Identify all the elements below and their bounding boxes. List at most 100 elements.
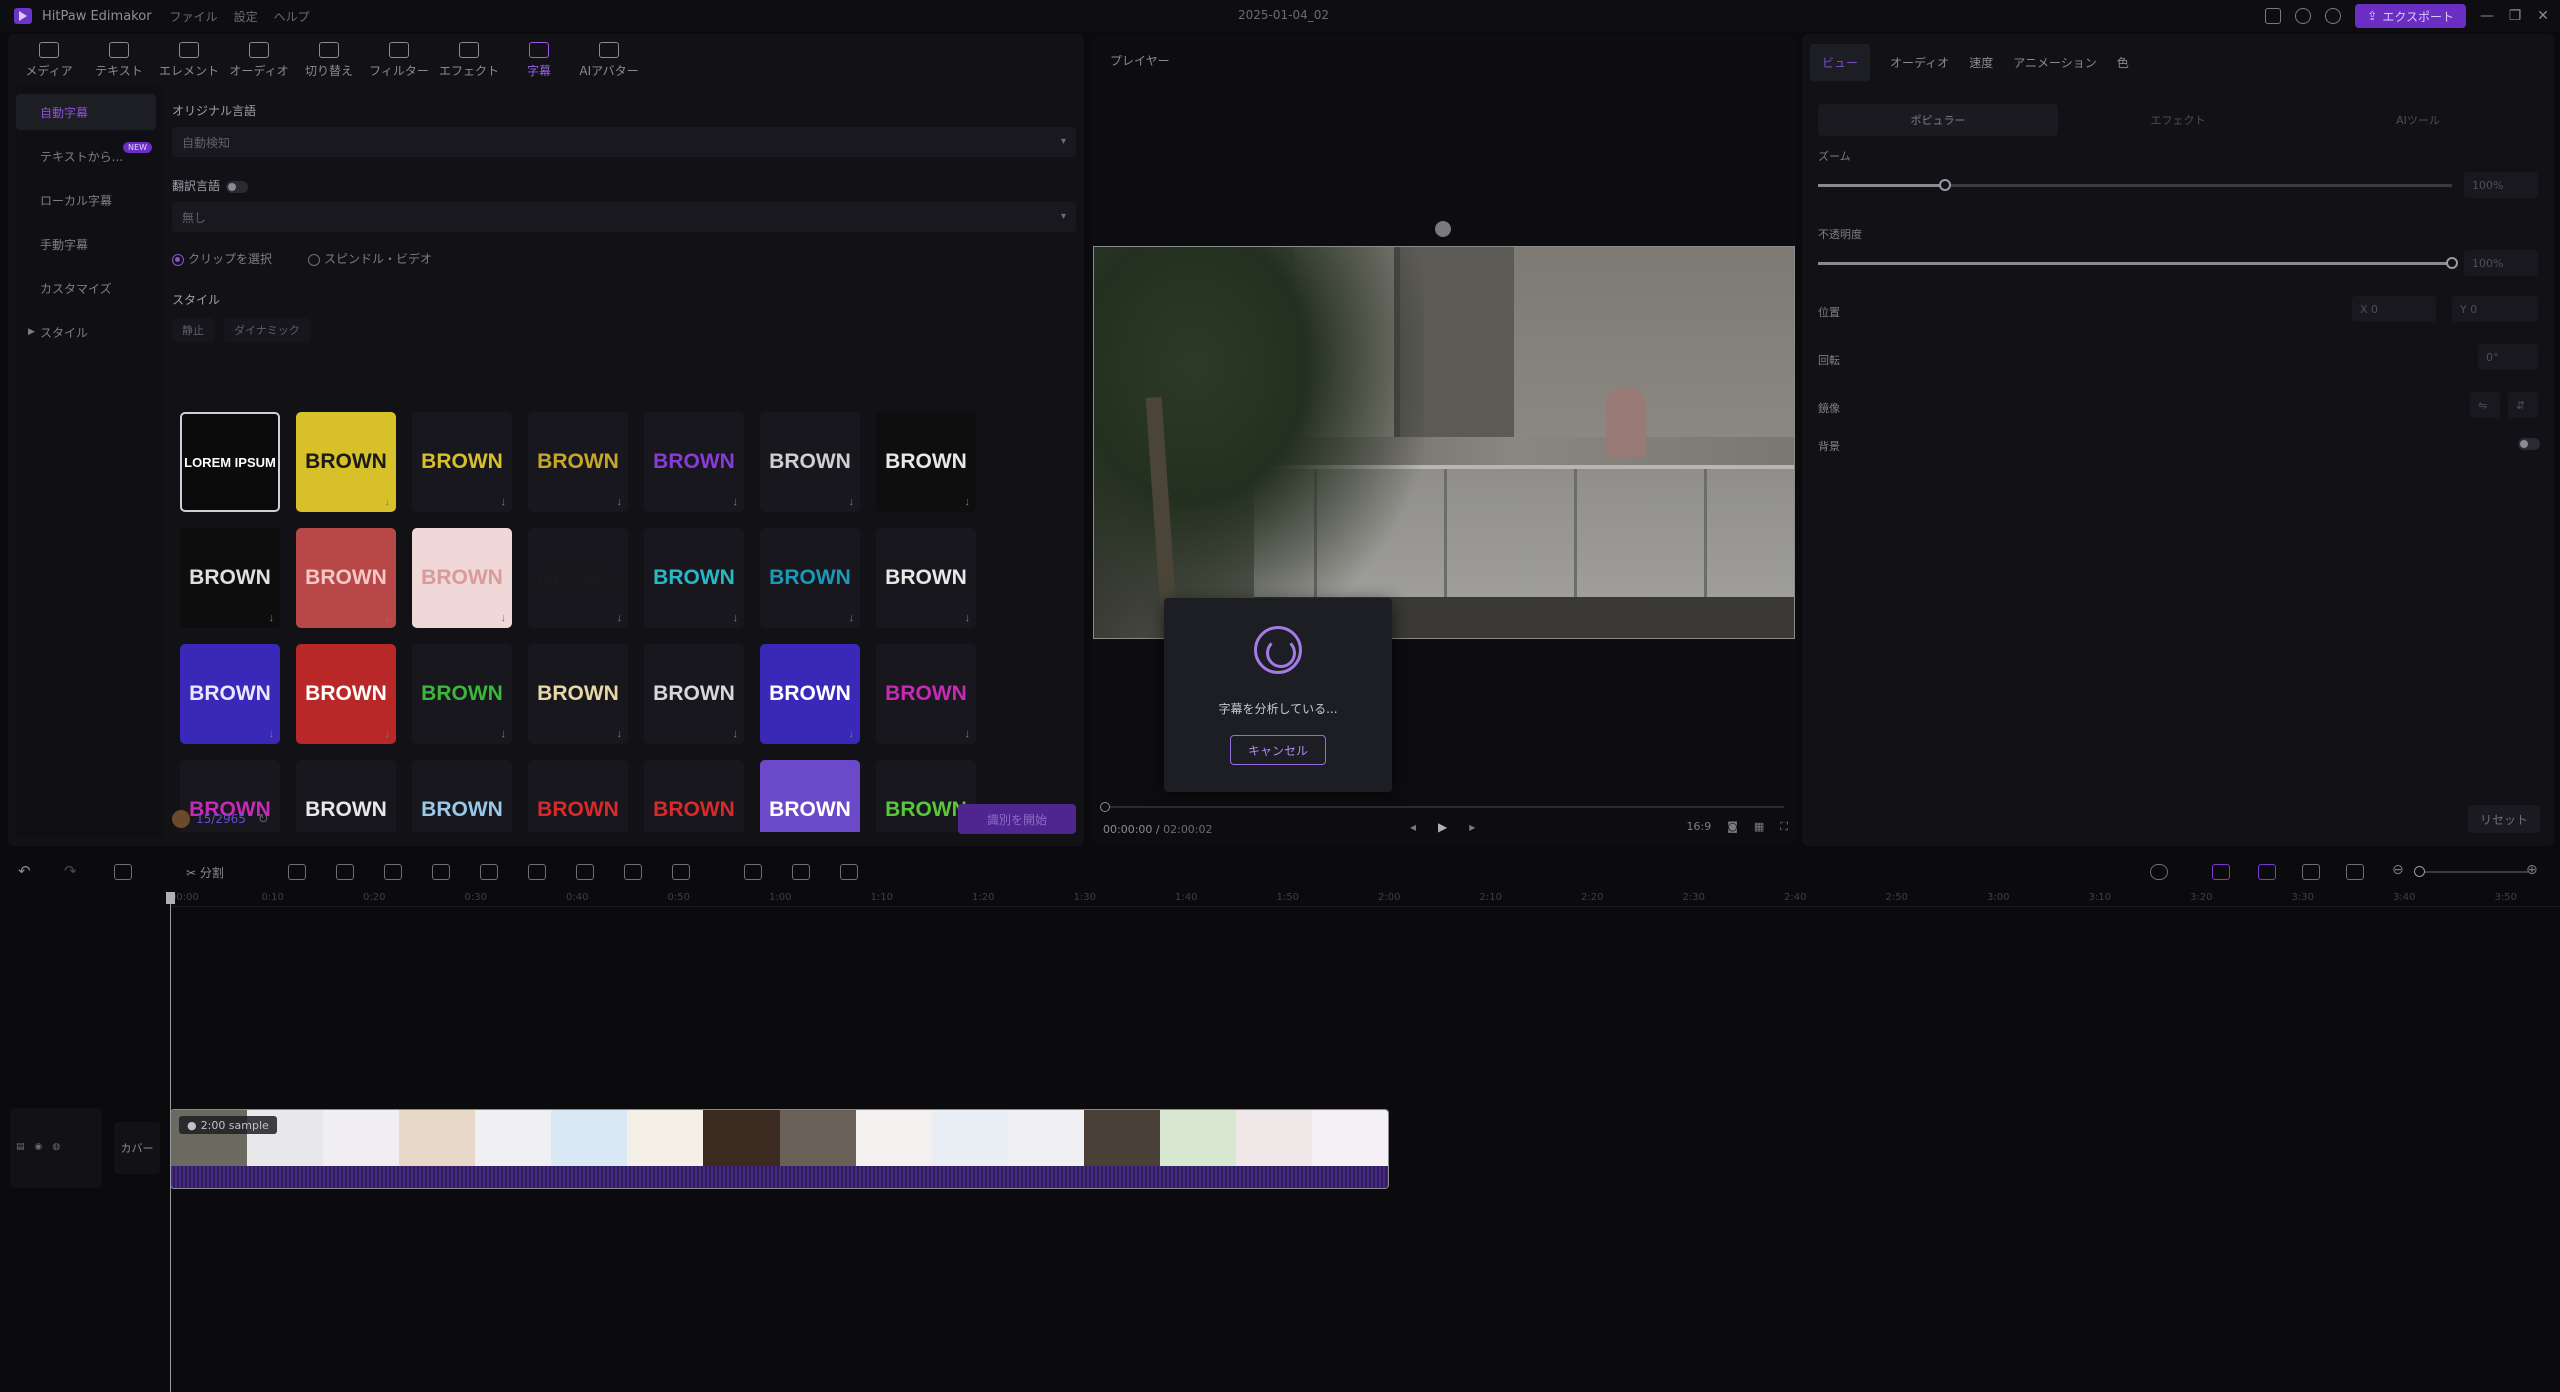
subtitle-style-preset[interactable]: BROWN ↓ <box>760 412 860 512</box>
download-icon[interactable]: ↓ <box>385 612 391 624</box>
undo-icon[interactable]: ↶ <box>18 862 31 880</box>
visibility-icon[interactable]: ◉ <box>35 1142 43 1152</box>
playhead-handle[interactable] <box>166 892 175 904</box>
account-icon[interactable] <box>2325 8 2342 24</box>
subtitle-style-preset[interactable]: BROWN ↓ <box>528 528 628 628</box>
crop-icon[interactable] <box>480 864 498 880</box>
subtitle-style-preset[interactable]: BROWN ↓ <box>296 644 396 744</box>
split-track-icon[interactable] <box>2302 864 2320 880</box>
minimize-icon[interactable]: — <box>2480 9 2494 23</box>
download-icon[interactable]: ↓ <box>849 612 855 624</box>
download-icon[interactable]: ↓ <box>385 728 391 740</box>
fullscreen-icon[interactable]: ⛶ <box>1780 820 1788 834</box>
subtitle-style-preset[interactable]: BROWN ↓ <box>644 412 744 512</box>
sidenav-item-auto-subtitle[interactable]: 自動字幕 <box>16 94 156 130</box>
clip-tool-icon[interactable] <box>744 864 762 880</box>
download-icon[interactable]: ↓ <box>965 496 971 508</box>
subtitle-style-preset[interactable]: LOREM IPSUM <box>180 412 280 512</box>
download-icon[interactable]: ↓ <box>385 496 391 508</box>
tab-animation[interactable]: アニメーション <box>2013 54 2097 71</box>
download-icon[interactable]: ↓ <box>733 612 739 624</box>
segment-ai-tools[interactable]: AIツール <box>2298 104 2538 136</box>
opacity-slider-knob[interactable] <box>2446 257 2458 269</box>
tool-audio[interactable]: オーディオ <box>224 34 294 86</box>
text-tool-icon[interactable] <box>336 864 354 880</box>
tool-subtitle[interactable]: 字幕 <box>504 34 574 86</box>
download-icon[interactable]: ↓ <box>965 728 971 740</box>
download-icon[interactable]: ↓ <box>501 612 507 624</box>
tool-transition[interactable]: 切り替え <box>294 34 364 86</box>
start-recognition-button[interactable]: 識別を開始 <box>958 804 1076 834</box>
download-icon[interactable]: ↓ <box>849 728 855 740</box>
sidenav-item-local-subtitle[interactable]: ローカル字幕 <box>16 182 156 218</box>
download-icon[interactable]: ↓ <box>965 612 971 624</box>
translation-toggle[interactable] <box>226 180 249 193</box>
sidenav-item-manual-subtitle[interactable]: 手動字幕 <box>16 226 156 262</box>
translation-language-select[interactable]: 無し ▾ <box>172 202 1076 232</box>
target-icon[interactable] <box>672 864 690 880</box>
original-language-select[interactable]: 自動検知 ▾ <box>172 127 1076 157</box>
subtitle-style-preset[interactable]: BROWN ↓ <box>644 528 744 628</box>
mirror-icon[interactable] <box>576 864 594 880</box>
position-x-field[interactable]: X 0 <box>2352 296 2436 322</box>
subtitle-style-preset[interactable]: BROWN ↓ <box>644 644 744 744</box>
position-y-field[interactable]: Y 0 <box>2452 296 2538 322</box>
style-tab-dynamic[interactable]: ダイナミック <box>224 318 310 342</box>
scope-option-whole-video[interactable]: スピンドル・ビデオ <box>308 250 432 267</box>
tool-element[interactable]: エレメント <box>154 34 224 86</box>
download-icon[interactable]: ↓ <box>849 496 855 508</box>
download-icon[interactable]: ↓ <box>501 728 507 740</box>
background-toggle[interactable] <box>2518 438 2540 450</box>
download-icon[interactable]: ↓ <box>617 612 623 624</box>
tool-ai-avatar[interactable]: AIアバター <box>574 34 644 86</box>
download-icon[interactable]: ↓ <box>733 496 739 508</box>
subtitle-style-preset[interactable]: BROWN ↓ <box>876 644 976 744</box>
segment-effect[interactable]: エフェクト <box>2058 104 2298 136</box>
scope-option-selected-clip[interactable]: クリップを選択 <box>172 250 272 267</box>
tool-effect[interactable]: エフェクト <box>434 34 504 86</box>
prev-frame-icon[interactable]: ◂ <box>1410 820 1416 834</box>
close-icon[interactable]: ✕ <box>2536 9 2550 23</box>
download-icon[interactable]: ↓ <box>269 612 275 624</box>
mirror-vertical-icon[interactable]: ⇵ <box>2508 392 2538 418</box>
video-preview[interactable] <box>1093 246 1795 639</box>
fit-icon[interactable] <box>2346 864 2364 880</box>
playback-scrubber[interactable] <box>1100 802 1784 812</box>
download-icon[interactable]: ↓ <box>617 496 623 508</box>
zoom-slider[interactable] <box>1818 179 2452 191</box>
sidenav-item-text-to[interactable]: テキストから... NEW <box>16 138 156 174</box>
timeline-zoom-knob[interactable] <box>2414 866 2425 877</box>
cancel-button[interactable]: キャンセル <box>1230 735 1326 765</box>
link-icon[interactable] <box>2212 864 2230 880</box>
subtitle-style-preset[interactable]: BROWN ↓ <box>180 644 280 744</box>
zoom-out-icon[interactable]: ⊖ <box>2392 862 2404 878</box>
lock-icon[interactable]: ▤ <box>16 1142 25 1152</box>
tab-speed[interactable]: 速度 <box>1969 54 1993 71</box>
play-icon[interactable]: ▶ <box>1438 820 1447 834</box>
freeze-icon[interactable] <box>528 864 546 880</box>
download-icon[interactable]: ↓ <box>733 728 739 740</box>
subtitle-style-preset[interactable]: BROWN ↓ <box>296 412 396 512</box>
opacity-slider[interactable] <box>1818 257 2458 269</box>
tool-media[interactable]: メディア <box>14 34 84 86</box>
segment-popular[interactable]: ポピュラー <box>1818 104 2058 136</box>
magnet-icon[interactable] <box>2258 864 2276 880</box>
tab-view[interactable]: ビュー <box>1810 43 1871 81</box>
next-frame-icon[interactable]: ▸ <box>1469 820 1475 834</box>
shield-icon[interactable] <box>288 864 306 880</box>
download-icon[interactable]: ↓ <box>269 728 275 740</box>
subtitle-style-preset[interactable]: BROWN ↓ <box>412 412 512 512</box>
download-icon[interactable]: ↓ <box>617 728 623 740</box>
split-button[interactable]: ✂ 分割 <box>186 864 224 881</box>
restore-icon[interactable]: ❐ <box>2508 9 2522 23</box>
sidenav-item-customize[interactable]: カスタマイズ <box>16 270 156 306</box>
face-icon[interactable] <box>792 864 810 880</box>
rotation-field[interactable]: 0° <box>2478 344 2538 370</box>
ai-tool-icon[interactable] <box>384 864 402 880</box>
zoom-in-icon[interactable]: ⊕ <box>2526 862 2538 878</box>
menu-item-settings[interactable]: 設定 <box>234 8 258 25</box>
opacity-value-field[interactable]: 100% <box>2464 250 2538 276</box>
zoom-value-field[interactable]: 100% <box>2464 172 2538 198</box>
reset-button[interactable]: リセット <box>2468 805 2540 833</box>
snapshot-icon[interactable]: ◙ <box>1727 820 1738 834</box>
